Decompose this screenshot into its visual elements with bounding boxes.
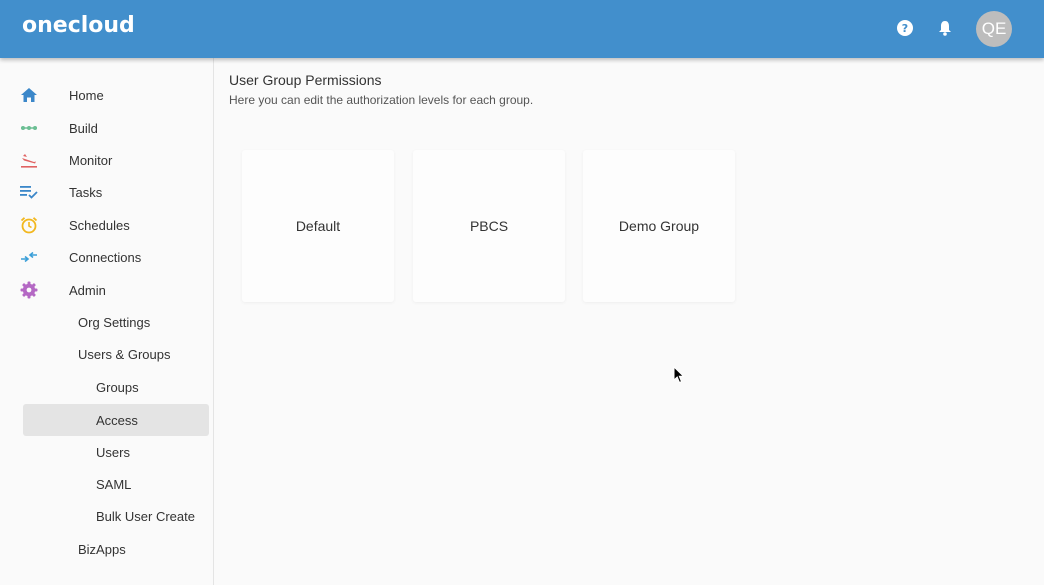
main-content: User Group Permissions Here you can edit… — [214, 58, 1044, 585]
sidebar-item-label: Org Settings — [78, 315, 151, 330]
sidebar-item-schedules[interactable]: Schedules — [0, 209, 213, 241]
home-icon — [20, 86, 38, 104]
sidebar-item-label: Connections — [69, 250, 142, 265]
sidebar-item-bizapps[interactable]: BizApps — [0, 533, 213, 565]
sidebar-item-bulk-user-create[interactable]: Bulk User Create — [0, 500, 213, 532]
bell-icon[interactable] — [936, 19, 954, 37]
sidebar-item-connections[interactable]: Connections — [0, 241, 213, 273]
mouse-cursor-icon — [673, 366, 685, 384]
group-card-pbcs[interactable]: PBCS — [413, 150, 565, 302]
sidebar-item-users-and-groups[interactable]: Users & Groups — [0, 338, 213, 370]
sidebar-item-label: Monitor — [69, 153, 113, 168]
group-card-label: Demo Group — [618, 218, 700, 234]
sidebar-item-label: Build — [69, 121, 98, 136]
group-card-default[interactable]: Default — [242, 150, 394, 302]
page-title: User Group Permissions — [229, 72, 382, 88]
page-subtitle: Here you can edit the authorization leve… — [229, 93, 534, 107]
help-icon[interactable]: ? — [896, 19, 914, 37]
monitor-icon — [20, 151, 38, 169]
sidebar-item-monitor[interactable]: Monitor — [0, 144, 213, 176]
sidebar-item-label: Groups — [96, 380, 139, 395]
avatar[interactable]: QE — [976, 11, 1012, 47]
sidebar-item-label: BizApps — [78, 542, 126, 557]
sidebar-item-admin[interactable]: Admin — [0, 274, 213, 306]
sidebar-item-label: Admin — [69, 283, 106, 298]
sidebar-item-label: Tasks — [69, 185, 103, 200]
build-icon — [20, 119, 38, 137]
sidebar-item-access[interactable]: Access — [23, 404, 209, 436]
sidebar-item-label: Users & Groups — [78, 347, 171, 362]
group-card-label: PBCS — [469, 218, 509, 234]
svg-text:?: ? — [902, 22, 908, 35]
sidebar-item-users[interactable]: Users — [0, 436, 213, 468]
sidebar-item-home[interactable]: Home — [0, 79, 213, 111]
group-card-demo-group[interactable]: Demo Group — [583, 150, 735, 302]
sidebar-item-label: Users — [96, 445, 130, 460]
alarm-clock-icon — [20, 216, 38, 234]
sidebar-item-org-settings[interactable]: Org Settings — [0, 306, 213, 338]
sidebar-item-label: Home — [69, 88, 104, 103]
sidebar-item-groups[interactable]: Groups — [0, 371, 213, 403]
app-logo[interactable]: onecloud — [22, 13, 135, 38]
sidebar-item-label: Schedules — [69, 218, 130, 233]
sidebar-item-saml[interactable]: SAML — [0, 468, 213, 500]
group-card-label: Default — [295, 218, 341, 234]
sidebar: Home Build Monitor Tasks Schedules Conne… — [0, 58, 214, 585]
top-bar: onecloud ? QE — [0, 0, 1044, 58]
gear-icon — [20, 281, 38, 299]
sidebar-item-label: Access — [96, 413, 138, 428]
sidebar-item-label: Bulk User Create — [96, 509, 195, 524]
sidebar-item-tasks[interactable]: Tasks — [0, 176, 213, 208]
connections-icon — [20, 248, 38, 266]
sidebar-item-build[interactable]: Build — [0, 112, 213, 144]
tasks-icon — [20, 183, 38, 201]
sidebar-item-label: SAML — [96, 477, 132, 492]
